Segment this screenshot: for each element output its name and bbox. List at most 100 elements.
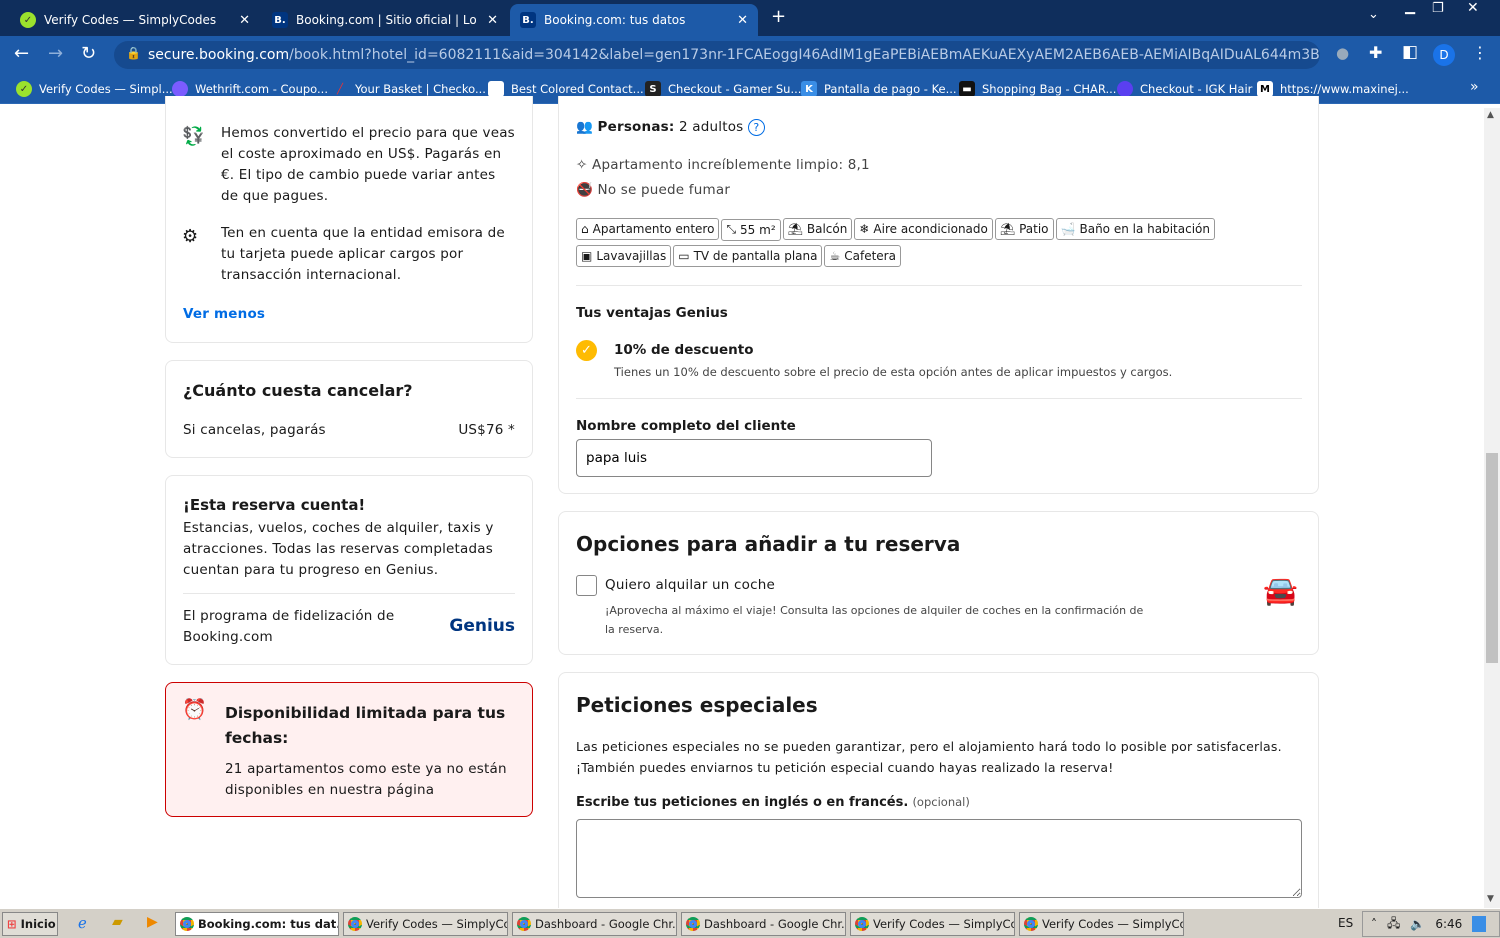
show-desktop-button[interactable] xyxy=(1472,916,1487,932)
tab-booking-home[interactable]: B.Booking.com | Sitio oficial | Los mejo… xyxy=(262,4,508,36)
tab-search-icon[interactable]: ⌄ xyxy=(1368,7,1379,22)
taskbar-item[interactable]: Verify Codes — SimplyCo... xyxy=(1019,912,1184,936)
tab-booking-details[interactable]: B. Booking.com: tus datos ✕ xyxy=(510,4,758,36)
network-icon[interactable]: 🖧 xyxy=(1387,914,1400,935)
menu-icon[interactable]: ⋮ xyxy=(1472,43,1488,62)
bookmark[interactable]: Best Colored Contact... xyxy=(488,81,644,97)
taskbar-item[interactable]: Verify Codes — SimplyCo... xyxy=(343,912,508,936)
bookmark[interactable]: K Pantalla de pago - Ke... xyxy=(801,81,957,97)
card-fees-icon: ⚙ xyxy=(182,226,199,247)
page-scrollbar[interactable]: ▲ ▼ xyxy=(1484,108,1500,908)
media-player-icon[interactable]: ▶ xyxy=(147,914,158,930)
requests-title: Peticiones especiales xyxy=(576,693,818,717)
special-requests-textarea[interactable] xyxy=(576,819,1302,898)
taskbar: ⊞ Inicio ℯ ▰ ▶ Booking.com: tus dat... Ve… xyxy=(0,908,1500,938)
wethrift-icon xyxy=(172,81,188,97)
alarm-clock-icon: ⏰ xyxy=(182,697,207,721)
people-icon: 👥 xyxy=(576,119,598,135)
start-button[interactable]: ⊞ Inicio xyxy=(2,912,58,936)
taskbar-item[interactable]: Dashboard - Google Chr... xyxy=(681,912,846,936)
lock-icon: 🔒 xyxy=(126,46,141,60)
house-icon: ⌂ xyxy=(581,222,589,236)
bookmark[interactable]: ╱ Your Basket | Checko... xyxy=(332,81,486,97)
see-less-link[interactable]: Ver menos xyxy=(183,304,265,325)
tab-verify-codes[interactable]: ✓ Verify Codes — SimplyCodes ✕ xyxy=(10,4,260,36)
car-icon: 🚘 xyxy=(1263,574,1298,607)
cancel-label: Si cancelas, pagarás xyxy=(183,422,326,438)
car-rental-label[interactable]: Quiero alquilar un coche xyxy=(605,575,775,596)
help-icon[interactable]: ? xyxy=(747,119,765,136)
genius-logo: Genius xyxy=(449,616,515,636)
facility-chip: ❄ Aire acondicionado xyxy=(854,218,993,240)
reload-icon[interactable]: ↻ xyxy=(81,43,96,64)
booking-icon: B. xyxy=(520,12,536,28)
windows-logo-icon: ⊞ xyxy=(7,917,17,931)
restore-button[interactable]: ❐ xyxy=(1432,1,1444,16)
extension-icon[interactable]: ● xyxy=(1336,44,1349,62)
persons-row: 👥 Personas: 2 adultos ? xyxy=(576,117,765,138)
minimize-button[interactable]: ▁ xyxy=(1405,0,1415,15)
genius-program: El programa de fidelización de Booking.c… xyxy=(183,608,395,645)
taskbar-item[interactable]: Booking.com: tus dat... xyxy=(175,912,339,936)
genius-heading: Tus ventajas Genius xyxy=(576,305,728,321)
back-icon[interactable]: ← xyxy=(14,43,29,64)
booking-details-card: 👥 Personas: 2 adultos ? ✧ Apartamento in… xyxy=(558,96,1319,494)
bookmark[interactable]: Wethrift.com - Coupo... xyxy=(172,81,328,97)
show-hidden-icons[interactable]: ˄ xyxy=(1371,917,1377,931)
gamer-icon: S xyxy=(645,81,661,97)
addons-card: Opciones para añadir a tu reserva Quiero… xyxy=(558,511,1319,655)
bookmark[interactable]: ✓ Verify Codes — Simpl... xyxy=(16,81,173,97)
chrome-icon xyxy=(1024,917,1038,931)
taskbar-item[interactable]: Dashboard - Google Chr... xyxy=(512,912,677,936)
facility-chip: ▭ TV de pantalla plana xyxy=(673,244,823,267)
balcony-icon: ⛱ xyxy=(787,222,803,236)
bookmark[interactable]: Mhttps://www.maxinej... xyxy=(1257,81,1409,97)
cancel-title: ¿Cuánto cuesta cancelar? xyxy=(183,381,413,400)
car-rental-checkbox[interactable] xyxy=(576,575,597,596)
tab-bar: ✓ Verify Codes — SimplyCodes ✕ B. Booking.c… xyxy=(0,0,1500,36)
maxine-icon: M xyxy=(1257,81,1273,97)
volume-icon[interactable]: 🔈 xyxy=(1410,917,1425,931)
simplycodes-icon: ✓ xyxy=(20,12,36,28)
taskbar-item[interactable]: Verify Codes — SimplyCo... xyxy=(850,912,1015,936)
folder-icon[interactable]: ▰ xyxy=(112,914,123,930)
close-icon[interactable]: ✕ xyxy=(487,13,498,28)
system-tray: ˄ 🖧 🔈 6:46 xyxy=(1362,911,1500,937)
facility-chip: ⌂ Apartamento entero xyxy=(576,218,720,240)
cancellation-card: ¿Cuánto cuesta cancelar? Si cancelas, pa… xyxy=(165,360,533,458)
address-bar[interactable]: 🔒 secure.booking.com/book.html?hotel_id=6… xyxy=(114,41,1320,69)
bath-icon: 🛁 xyxy=(1060,222,1076,236)
tv-icon: ▭ xyxy=(678,248,690,263)
close-icon[interactable]: ✕ xyxy=(737,13,748,28)
discount-text: Tienes un 10% de descuento sobre el prec… xyxy=(614,365,1173,379)
close-window-button[interactable]: ✕ xyxy=(1467,0,1479,16)
more-bookmarks-icon[interactable]: » xyxy=(1470,79,1479,95)
side-panel-icon[interactable]: ◧ xyxy=(1402,42,1418,62)
chanel-icon: ▬ xyxy=(959,81,975,97)
scroll-down-icon[interactable]: ▼ xyxy=(1487,894,1494,904)
coffee-maker-icon: ☕ xyxy=(829,248,841,263)
new-tab-button[interactable]: + xyxy=(771,6,786,27)
requests-text: ¡También puedes enviarnos tu petición es… xyxy=(576,760,1114,775)
facility-chip: ▣ Lavavajillas xyxy=(576,244,672,267)
forward-icon[interactable]: → xyxy=(48,43,63,64)
ie-icon[interactable]: ℯ xyxy=(78,914,87,932)
dishwasher-icon: ▣ xyxy=(581,248,593,263)
bookmark[interactable]: Checkout - IGK Hair xyxy=(1117,81,1252,97)
clock: 6:46 xyxy=(1435,917,1463,931)
close-icon[interactable]: ✕ xyxy=(239,13,250,28)
scroll-up-icon[interactable]: ▲ xyxy=(1487,110,1494,120)
chrome-icon xyxy=(855,917,869,931)
scrollbar-thumb[interactable] xyxy=(1486,453,1498,663)
bookmark[interactable]: ▬ Shopping Bag - CHAR... xyxy=(959,81,1116,97)
profile-avatar[interactable]: D xyxy=(1433,44,1455,66)
special-requests-card: Peticiones especiales Las peticiones esp… xyxy=(558,672,1319,932)
availability-title: Disponibilidad limitada para tus fechas: xyxy=(225,704,506,747)
bookmark[interactable]: S Checkout - Gamer Su... xyxy=(645,81,801,97)
full-name-input[interactable] xyxy=(576,439,932,477)
language-indicator[interactable]: ES xyxy=(1338,916,1353,930)
puzzle-icon[interactable]: ✚ xyxy=(1369,43,1382,62)
addons-title: Opciones para añadir a tu reserva xyxy=(576,532,961,556)
basket-icon: ╱ xyxy=(336,83,344,95)
facility-chip: ⛱ Balcón xyxy=(782,218,853,240)
